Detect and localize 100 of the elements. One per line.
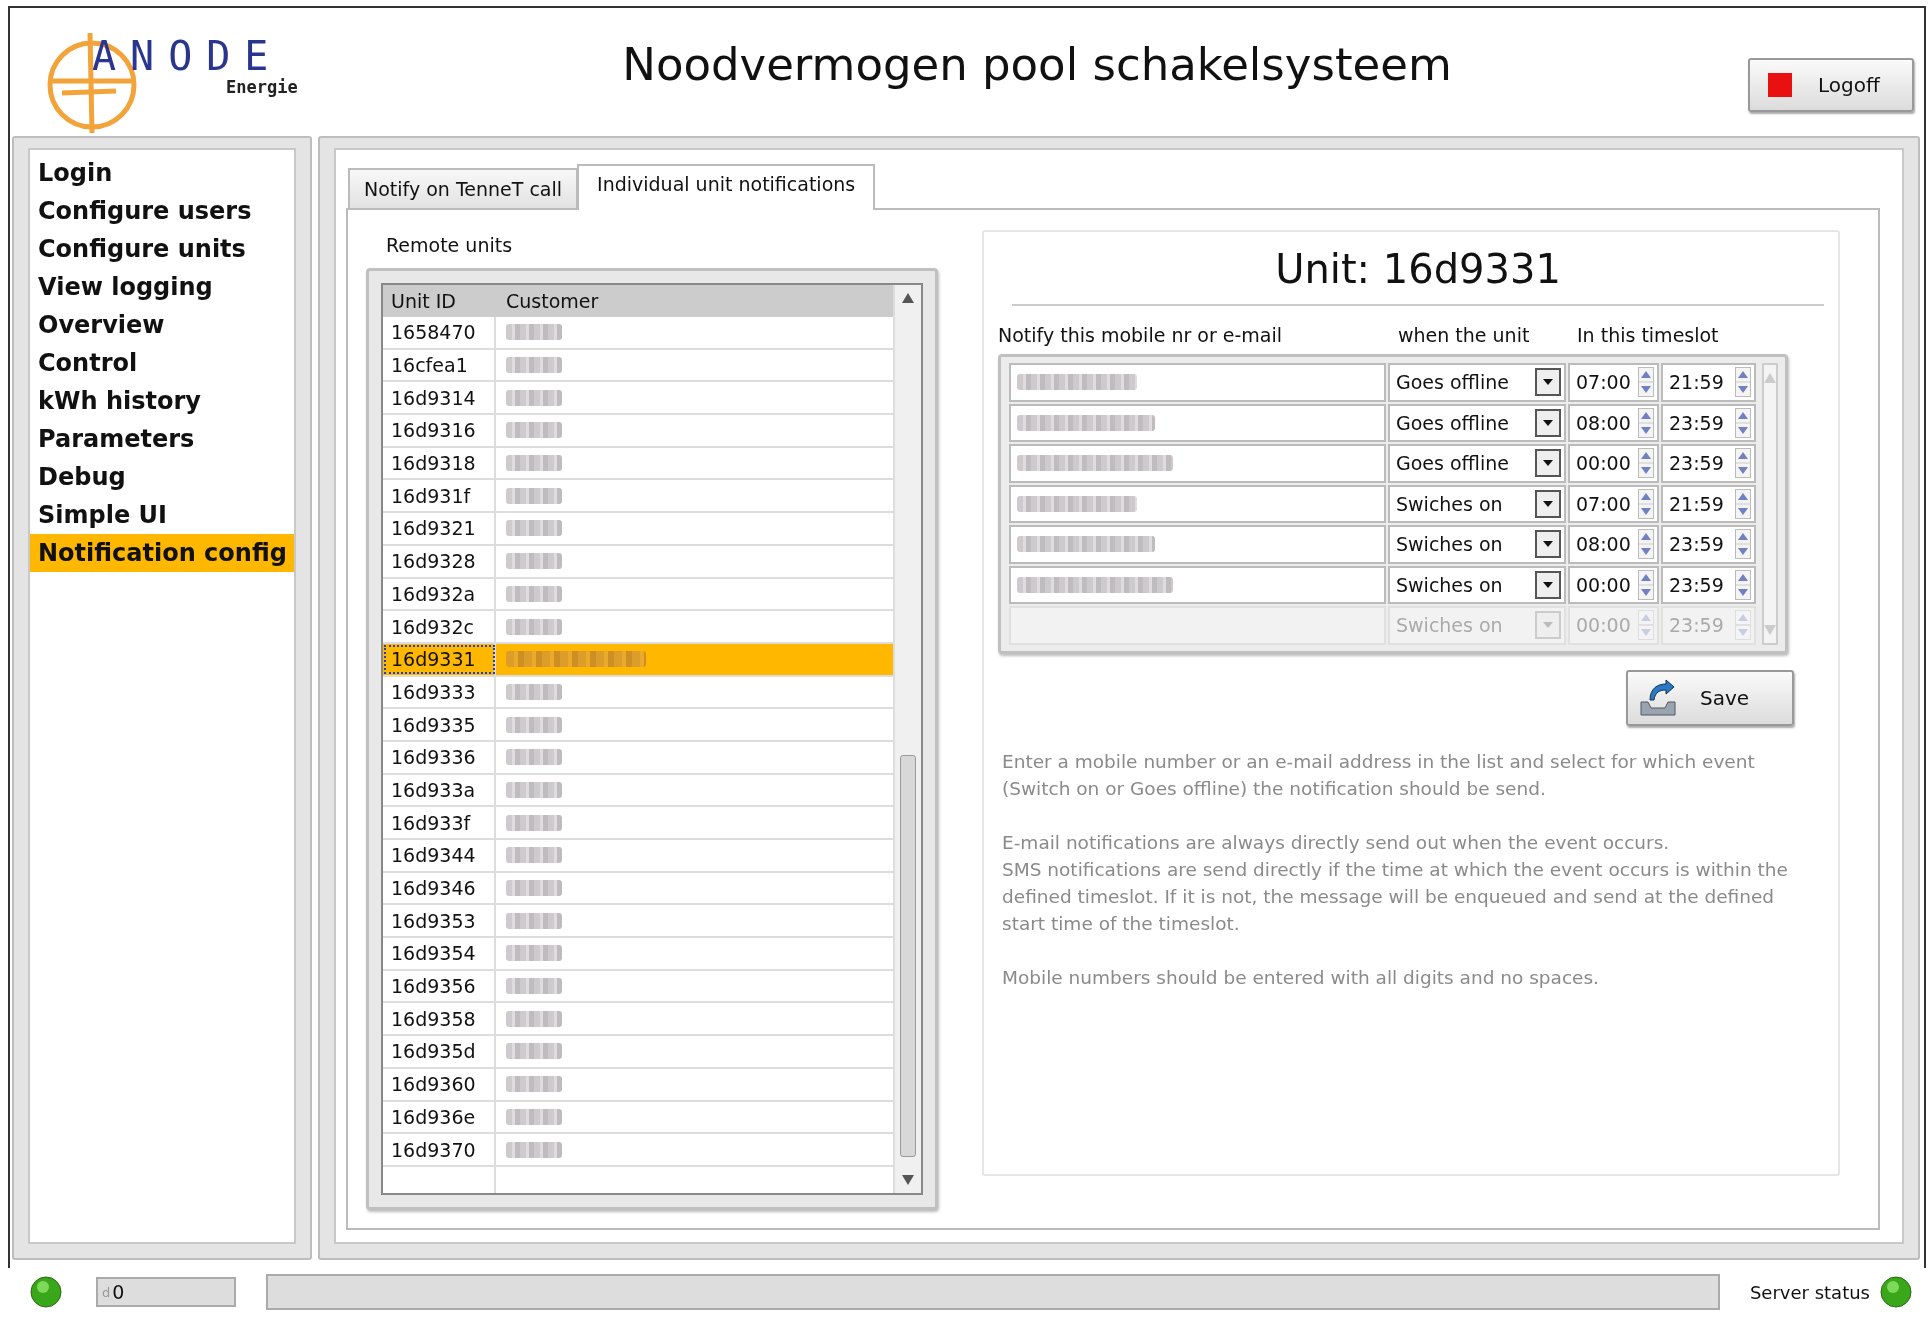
spinner-icon[interactable] (1735, 569, 1751, 600)
table-row[interactable]: 16d933a (383, 774, 893, 808)
spinner-icon[interactable] (1638, 448, 1654, 479)
column-header[interactable]: Unit ID (383, 285, 496, 317)
time-field[interactable]: 00:00 (1568, 444, 1659, 483)
unit-id-cell: 16d935d (383, 1036, 496, 1067)
time-field[interactable]: 07:00 (1568, 363, 1659, 402)
tab[interactable]: Individual unit notifications (577, 164, 876, 210)
contact-field[interactable] (1009, 444, 1386, 483)
scroll-down-icon (902, 1175, 914, 1185)
scrollbar[interactable] (893, 285, 921, 1193)
unit-id-cell: 16d932a (383, 578, 496, 610)
contact-field[interactable] (1009, 565, 1386, 604)
contact-field[interactable] (1009, 363, 1386, 402)
spinner-icon[interactable] (1638, 407, 1654, 438)
spinner-icon[interactable] (1638, 367, 1654, 398)
spinner-icon[interactable] (1735, 448, 1751, 479)
table-row[interactable]: 1658470 (383, 317, 893, 350)
contact-field[interactable] (1009, 484, 1386, 523)
table-row[interactable]: 16d9336 (383, 741, 893, 775)
nav-item[interactable]: Debug (30, 458, 294, 496)
help-text: Mobile numbers should be entered with all digits and no spaces. (1002, 965, 1600, 990)
blurred-text (506, 847, 562, 864)
nav-item[interactable]: Configure units (30, 230, 294, 268)
nav-item[interactable]: kWh history (30, 382, 294, 420)
contact-field[interactable] (1009, 403, 1386, 442)
event-dropdown[interactable]: Goes offline (1388, 403, 1566, 442)
time-field[interactable]: 23:59 (1661, 525, 1756, 564)
event-dropdown[interactable]: Swiches on (1388, 525, 1566, 564)
table-row[interactable]: 16d9321 (383, 513, 893, 546)
logo-tagline: Energie (226, 77, 298, 97)
table-row[interactable]: 16d9333 (383, 676, 893, 710)
unit-id-cell: 16d9335 (383, 709, 496, 740)
table-row[interactable]: 16d932a (383, 578, 893, 612)
table-row[interactable]: 16d936e (383, 1101, 893, 1135)
event-dropdown[interactable]: Swiches on (1388, 565, 1566, 604)
table-row[interactable]: 16d9346 (383, 872, 893, 906)
spinner-icon[interactable] (1638, 529, 1654, 560)
logoff-button[interactable]: Logoff (1748, 58, 1914, 112)
caret-icon (1543, 500, 1553, 507)
column-label: Notify this mobile nr or e-mail (998, 324, 1284, 346)
table-row[interactable]: 16d9331 (383, 643, 893, 677)
blurred-text (506, 487, 562, 504)
nav-item[interactable]: Simple UI (30, 496, 294, 534)
table-row[interactable]: 16d9360 (383, 1068, 893, 1102)
spinner-icon[interactable] (1638, 488, 1654, 519)
spinner-icon[interactable] (1638, 569, 1654, 600)
nav-item[interactable]: Parameters (30, 420, 294, 458)
unit-id-cell: 16d9358 (383, 1003, 496, 1035)
event-dropdown[interactable]: Goes offline (1388, 444, 1566, 483)
table-row[interactable]: 16d9344 (383, 840, 893, 873)
table-row[interactable]: 16d9335 (383, 709, 893, 742)
table-row[interactable]: 16d935d (383, 1036, 893, 1069)
table-row[interactable]: 16d9328 (383, 545, 893, 579)
time-field[interactable]: 21:59 (1661, 484, 1756, 523)
table-row[interactable]: 16d931f (383, 480, 893, 514)
time-field[interactable]: 21:59 (1661, 363, 1756, 402)
time-field[interactable]: 08:00 (1568, 525, 1659, 564)
unit-id-cell: 16d9370 (383, 1134, 496, 1165)
spinner-icon[interactable] (1735, 529, 1751, 560)
column-header[interactable]: Customer (496, 285, 893, 317)
table-row[interactable]: 16d9358 (383, 1003, 893, 1037)
table-row[interactable]: 16d9314 (383, 382, 893, 416)
caret-icon (1543, 460, 1553, 467)
table-row[interactable]: 16d9354 (383, 938, 893, 971)
table-row[interactable]: 16d9318 (383, 447, 893, 481)
contact-field[interactable] (1009, 525, 1386, 564)
table-row[interactable]: 16cfea1 (383, 349, 893, 383)
unit-id-cell: 16d933f (383, 807, 496, 838)
event-dropdown[interactable]: Goes offline (1388, 363, 1566, 402)
spinner-icon[interactable] (1735, 488, 1751, 519)
scrollbar[interactable] (1762, 363, 1778, 645)
tab[interactable]: Notify on TenneT call (348, 168, 579, 208)
table-row[interactable]: 16d933f (383, 807, 893, 840)
scroll-up-icon (1764, 373, 1776, 383)
nav-item[interactable]: Configure users (30, 192, 294, 230)
time-field[interactable]: 07:00 (1568, 484, 1659, 523)
spinner-icon[interactable] (1735, 367, 1751, 398)
time-field[interactable]: 23:59 (1661, 403, 1756, 442)
blurred-text (506, 912, 562, 929)
save-button[interactable]: Save (1626, 669, 1794, 726)
table-row[interactable]: 16d9356 (383, 970, 893, 1004)
stop-icon (1768, 73, 1792, 97)
table-row[interactable]: 16d9370 (383, 1134, 893, 1167)
nav-item[interactable]: Overview (30, 306, 294, 344)
nav-item[interactable]: Notification config (30, 534, 294, 572)
unit-id-cell: 16d9314 (383, 382, 496, 414)
nav-item[interactable]: Login (30, 154, 294, 192)
spinner-icon[interactable] (1735, 407, 1751, 438)
time-field[interactable]: 23:59 (1661, 565, 1756, 604)
table-row[interactable]: 16d9353 (383, 905, 893, 939)
event-dropdown[interactable]: Swiches on (1388, 484, 1566, 523)
nav-item[interactable]: Control (30, 344, 294, 382)
help-text: E-mail notifications are always directly send out when the event occurs. (1002, 830, 1671, 855)
table-row[interactable]: 16d9316 (383, 415, 893, 448)
unit-id-cell: 16d931f (383, 480, 496, 512)
time-field[interactable]: 00:00 (1568, 565, 1659, 604)
nav-item[interactable]: View logging (30, 268, 294, 306)
time-field[interactable]: 23:59 (1661, 444, 1756, 483)
time-field[interactable]: 08:00 (1568, 403, 1659, 442)
